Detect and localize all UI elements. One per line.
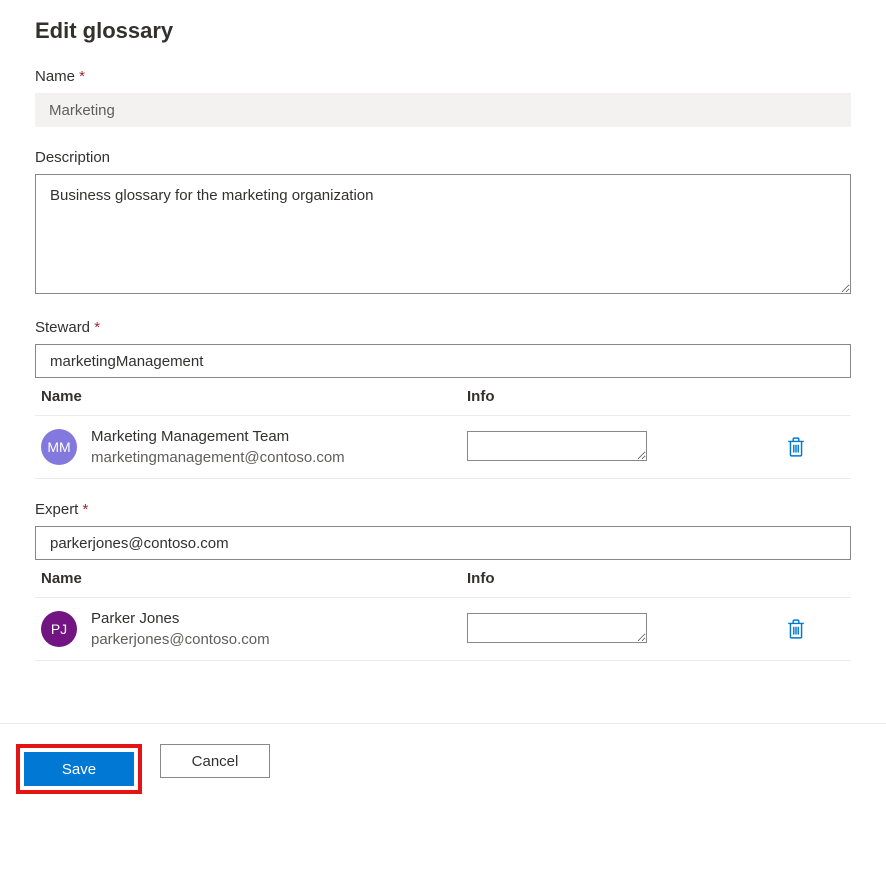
save-highlight: Save <box>16 744 142 794</box>
name-input <box>35 93 851 127</box>
delete-expert-button[interactable] <box>781 613 811 645</box>
steward-display-name: Marketing Management Team <box>91 426 345 447</box>
save-button[interactable]: Save <box>24 752 134 786</box>
description-field: Description Business glossary for the ma… <box>35 149 851 297</box>
expert-field: Expert Name Info PJ Parker Jones parkerj… <box>35 501 851 661</box>
expert-display-name: Parker Jones <box>91 608 270 629</box>
name-label: Name <box>35 68 851 85</box>
avatar: PJ <box>41 611 77 647</box>
expert-search-input[interactable] <box>35 526 851 560</box>
steward-table-header: Name Info <box>35 378 851 416</box>
steward-email: marketingmanagement@contoso.com <box>91 447 345 468</box>
steward-field: Steward Name Info MM Marketing Managemen… <box>35 319 851 479</box>
avatar: MM <box>41 429 77 465</box>
steward-label: Steward <box>35 319 851 336</box>
expert-table-header: Name Info <box>35 560 851 598</box>
cancel-button[interactable]: Cancel <box>160 744 270 778</box>
trash-icon <box>787 437 805 457</box>
steward-info-input[interactable] <box>467 431 647 461</box>
description-label: Description <box>35 149 851 166</box>
name-field: Name <box>35 68 851 127</box>
expert-email: parkerjones@contoso.com <box>91 629 270 650</box>
delete-steward-button[interactable] <box>781 431 811 463</box>
table-row: MM Marketing Management Team marketingma… <box>35 416 851 479</box>
expert-label: Expert <box>35 501 851 518</box>
steward-table: Name Info MM Marketing Management Team m… <box>35 378 851 479</box>
expert-col-name: Name <box>41 570 467 587</box>
trash-icon <box>787 619 805 639</box>
expert-info-input[interactable] <box>467 613 647 643</box>
steward-col-name: Name <box>41 388 467 405</box>
description-input[interactable]: Business glossary for the marketing orga… <box>35 174 851 294</box>
steward-col-info: Info <box>467 388 747 405</box>
footer: Save Cancel <box>0 723 886 814</box>
expert-table: Name Info PJ Parker Jones parkerjones@co… <box>35 560 851 661</box>
steward-search-input[interactable] <box>35 344 851 378</box>
table-row: PJ Parker Jones parkerjones@contoso.com <box>35 598 851 661</box>
expert-col-info: Info <box>467 570 747 587</box>
page-title: Edit glossary <box>35 18 851 44</box>
